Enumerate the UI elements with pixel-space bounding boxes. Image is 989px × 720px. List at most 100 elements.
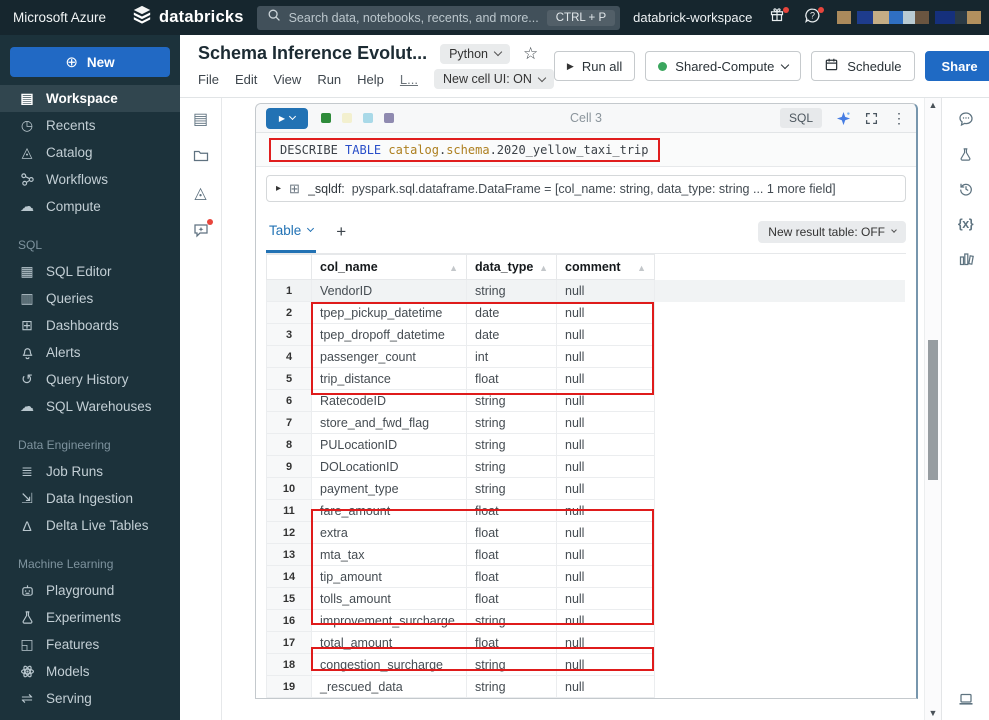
- sidebar-item-label: Query History: [46, 372, 129, 387]
- menu-view[interactable]: View: [273, 72, 301, 87]
- expand-cell-icon[interactable]: [865, 112, 878, 125]
- table-cell: null: [556, 609, 655, 632]
- table-row[interactable]: 12 extra float null: [266, 521, 906, 544]
- assistant-sparkle-icon[interactable]: [836, 111, 851, 126]
- table-row[interactable]: 2 tpep_pickup_datetime date null: [266, 301, 906, 324]
- notebook-title[interactable]: Schema Inference Evolut...: [198, 43, 427, 64]
- schedule-button[interactable]: Schedule: [811, 51, 915, 81]
- scrollbar-thumb[interactable]: [928, 340, 938, 480]
- sidebar-item-sql-warehouses[interactable]: ☁ SQL Warehouses: [0, 393, 180, 420]
- version-history-icon[interactable]: [955, 178, 977, 200]
- table-row[interactable]: 6 RatecodeID string null: [266, 389, 906, 412]
- sidebar-item-queries[interactable]: ▥ Queries: [0, 285, 180, 312]
- cell-language-badge[interactable]: SQL: [779, 108, 822, 128]
- sidebar-item-compute[interactable]: ☁ Compute: [0, 193, 180, 220]
- sidebar-item-workflows[interactable]: Workflows: [0, 166, 180, 193]
- sidebar-item-job-runs[interactable]: ≣ Job Runs: [0, 458, 180, 485]
- help-button[interactable]: ?: [802, 6, 825, 28]
- whats-new-button[interactable]: [767, 6, 790, 28]
- table-cell: int: [466, 345, 557, 368]
- terminal-icon[interactable]: [955, 688, 977, 710]
- workspace-name[interactable]: databrick-workspace: [633, 10, 752, 25]
- column-header-comment[interactable]: comment ▲: [556, 254, 655, 280]
- sidebar-item-workspace[interactable]: ▤ Workspace: [0, 85, 180, 112]
- table-row[interactable]: 5 trip_distance float null: [266, 367, 906, 390]
- sidebar-section-title: SQL: [18, 238, 43, 252]
- new-result-table-toggle[interactable]: New result table: OFF: [758, 220, 906, 243]
- table-row[interactable]: 18 congestion_surcharge string null: [266, 653, 906, 676]
- run-all-button[interactable]: ▶ Run all: [553, 51, 636, 81]
- folder-icon[interactable]: [190, 145, 212, 167]
- sidebar-item-playground[interactable]: Playground: [0, 577, 180, 604]
- sidebar-item-catalog[interactable]: ◬ Catalog: [0, 139, 180, 166]
- compute-selector[interactable]: Shared-Compute: [645, 51, 802, 81]
- sidebar-item-recents[interactable]: ◷ Recents: [0, 112, 180, 139]
- sidebar-item-experiments[interactable]: Experiments: [0, 604, 180, 631]
- table-tab[interactable]: Table: [266, 211, 317, 253]
- scroll-up-arrow-icon[interactable]: ▲: [929, 98, 938, 112]
- language-selector[interactable]: Python: [440, 43, 510, 64]
- column-header-col-name[interactable]: col_name ▲: [311, 254, 467, 280]
- sidebar-item-label: Workspace: [46, 91, 118, 106]
- table-of-contents-icon[interactable]: ▤: [190, 108, 212, 130]
- table-row[interactable]: 17 total_amount float null: [266, 631, 906, 654]
- sidebar-item-models[interactable]: Models: [0, 658, 180, 685]
- catalog-icon[interactable]: ◬: [190, 182, 212, 204]
- table-row[interactable]: 14 tip_amount float null: [266, 565, 906, 588]
- column-header-label: col_name: [320, 260, 378, 274]
- menu-file[interactable]: File: [198, 72, 219, 87]
- variables-icon[interactable]: {x}: [955, 213, 977, 235]
- scroll-down-arrow-icon[interactable]: ▼: [929, 706, 938, 720]
- column-header-data-type[interactable]: data_type ▲: [466, 254, 557, 280]
- filler-cell: [655, 456, 906, 478]
- table-row[interactable]: 1 VendorID string null: [266, 279, 906, 302]
- sidebar-item-serving[interactable]: ⇌ Serving: [0, 685, 180, 712]
- sidebar-item-features[interactable]: ◱ Features: [0, 631, 180, 658]
- menu-l[interactable]: L...: [400, 72, 418, 87]
- sidebar-item-query-history[interactable]: ↺ Query History: [0, 366, 180, 393]
- cell-menu-kebab-icon[interactable]: ⋮: [892, 110, 906, 127]
- sidebar-item-dashboards[interactable]: ⊞ Dashboards: [0, 312, 180, 339]
- menu-run[interactable]: Run: [317, 72, 341, 87]
- table-row[interactable]: 16 improvement_surcharge string null: [266, 609, 906, 632]
- table-row[interactable]: 13 mta_tax float null: [266, 543, 906, 566]
- expand-arrow-icon[interactable]: ▸: [276, 183, 281, 194]
- table-row[interactable]: 8 PULocationID string null: [266, 433, 906, 456]
- sort-arrow-icon[interactable]: ▲: [637, 263, 646, 273]
- row-index-cell: 1: [266, 279, 312, 302]
- sidebar-item-sql-editor[interactable]: ▦ SQL Editor: [0, 258, 180, 285]
- new-cell-ui-toggle[interactable]: New cell UI: ON: [434, 69, 554, 89]
- sort-arrow-icon[interactable]: ▲: [449, 263, 458, 273]
- share-button[interactable]: Share: [924, 51, 989, 81]
- sqldf-summary-row[interactable]: ▸ ⊞ _sqldf: pyspark.sql.dataframe.DataFr…: [266, 175, 906, 202]
- table-row[interactable]: 9 DOLocationID string null: [266, 455, 906, 478]
- table-row[interactable]: 11 fare_amount float null: [266, 499, 906, 522]
- favorite-star-icon[interactable]: ☆: [523, 44, 538, 64]
- cell-code-area[interactable]: DESCRIBE TABLE catalog.schema.2020_yello…: [256, 133, 916, 167]
- table-row[interactable]: 10 payment_type string null: [266, 477, 906, 500]
- table-row[interactable]: 15 tolls_amount float null: [266, 587, 906, 610]
- sidebar-item-data-ingestion[interactable]: ⇲ Data Ingestion: [0, 485, 180, 512]
- sort-arrow-icon[interactable]: ▲: [539, 263, 548, 273]
- comments-icon[interactable]: [955, 108, 977, 130]
- table-row[interactable]: 3 tpep_dropoff_datetime date null: [266, 323, 906, 346]
- search-input[interactable]: Search data, notebooks, recents, and mor…: [256, 5, 621, 30]
- table-row[interactable]: 7 store_and_fwd_flag string null: [266, 411, 906, 434]
- menu-help[interactable]: Help: [357, 72, 384, 87]
- databricks-logo[interactable]: databricks: [132, 5, 244, 30]
- assistant-icon[interactable]: [190, 219, 213, 241]
- new-button[interactable]: ⊕ New: [10, 47, 170, 77]
- sidebar-item-alerts[interactable]: Alerts: [0, 339, 180, 366]
- table-row[interactable]: 4 passenger_count int null: [266, 345, 906, 368]
- sidebar-item-delta-live-tables[interactable]: Δ Delta Live Tables: [0, 512, 180, 539]
- table-row[interactable]: 19 _rescued_data string null: [266, 675, 906, 698]
- experiments-icon[interactable]: [955, 143, 977, 165]
- add-visualization-button[interactable]: +: [336, 222, 346, 242]
- run-cell-button[interactable]: ▶: [266, 107, 308, 129]
- plus-circle-icon: ⊕: [65, 54, 78, 71]
- menu-edit[interactable]: Edit: [235, 72, 257, 87]
- user-account-redacted[interactable]: [837, 11, 982, 24]
- data-profile-icon[interactable]: [955, 248, 977, 270]
- table-cell: date: [466, 301, 557, 324]
- notebook-scrollbar[interactable]: ▲ ▼: [924, 98, 941, 720]
